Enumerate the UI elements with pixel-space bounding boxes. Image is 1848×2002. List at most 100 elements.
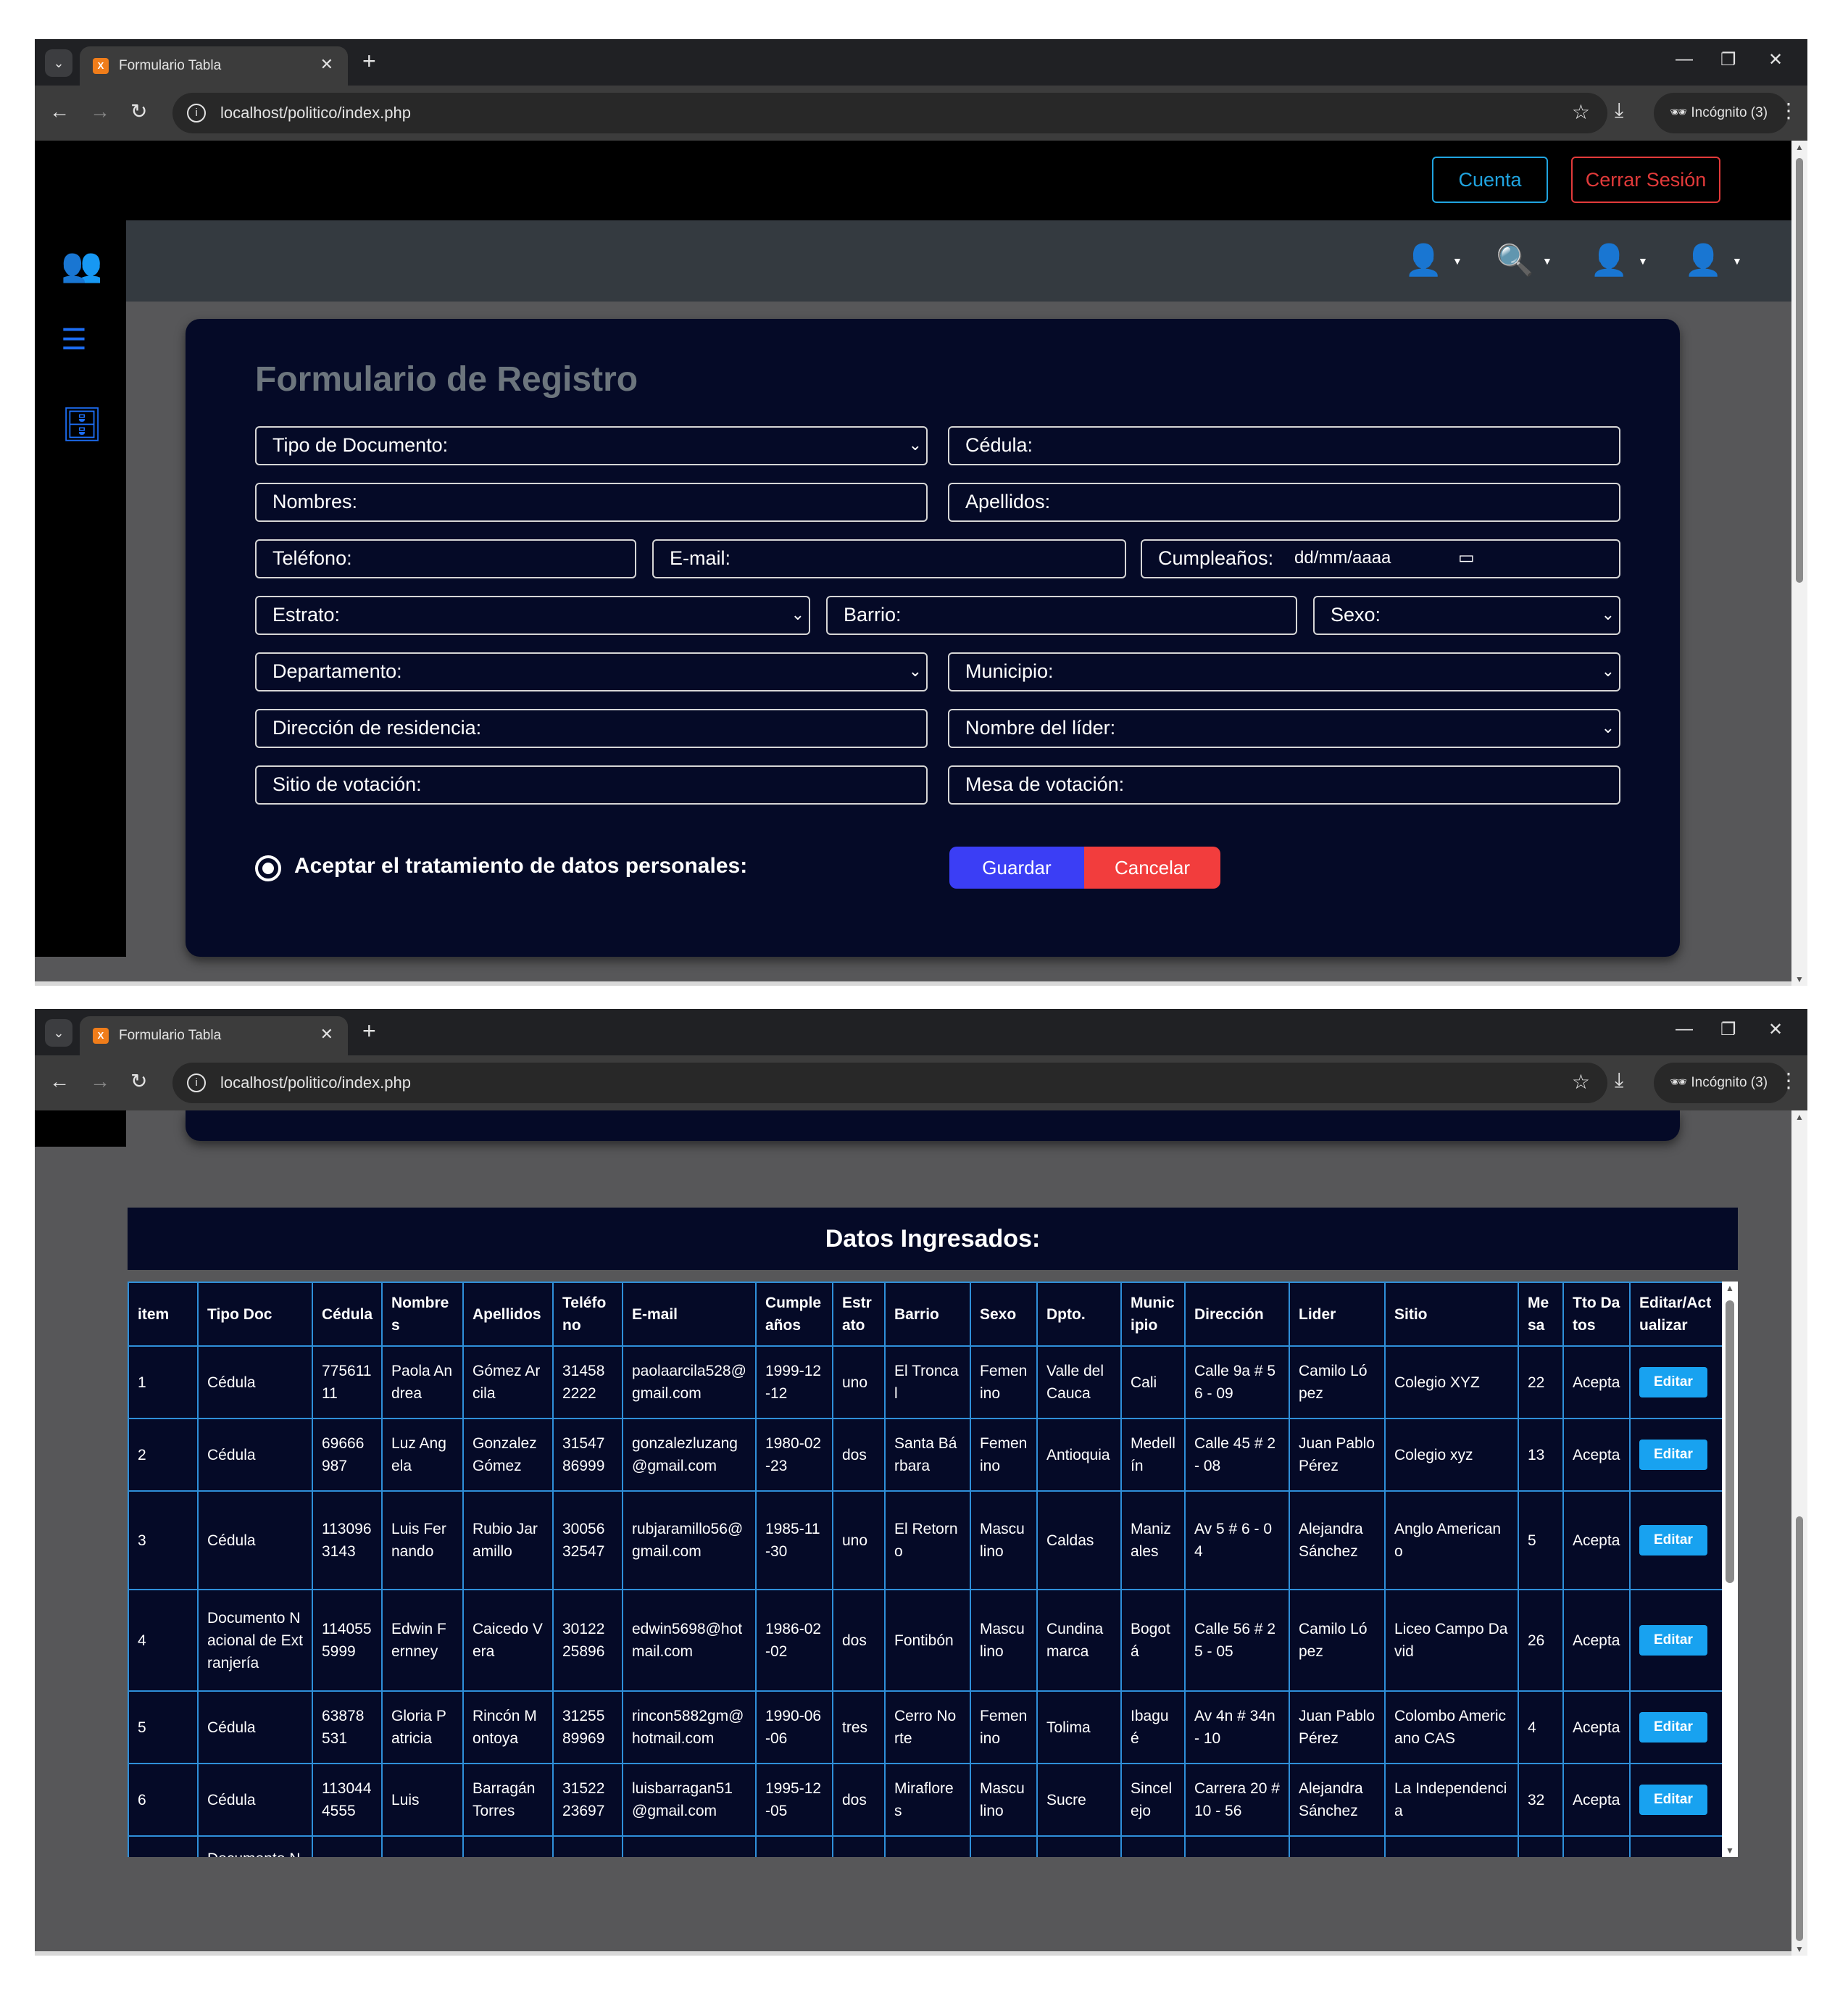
- search-icon[interactable]: 🔍: [1496, 244, 1533, 277]
- scroll-down-icon[interactable]: ▼: [1795, 974, 1804, 984]
- add-user-icon[interactable]: 👤: [1404, 244, 1442, 277]
- scroll-thumb[interactable]: [1796, 1516, 1803, 1941]
- list-icon[interactable]: ☰: [61, 323, 87, 357]
- close-tab-icon[interactable]: ✕: [320, 55, 333, 74]
- close-tab-icon[interactable]: ✕: [320, 1025, 333, 1044]
- direccion-input[interactable]: Dirección de residencia:: [255, 709, 928, 748]
- forward-icon[interactable]: →: [90, 1070, 110, 1093]
- table-scrollbar[interactable]: ▲ ▼: [1722, 1282, 1738, 1857]
- site-info-icon[interactable]: i: [187, 104, 206, 122]
- scroll-up-icon[interactable]: ▲: [1726, 1283, 1734, 1293]
- new-tab-button[interactable]: +: [362, 49, 376, 72]
- scroll-up-icon[interactable]: ▲: [1795, 142, 1804, 152]
- telefono-input[interactable]: Teléfono:: [255, 539, 636, 578]
- scroll-down-icon[interactable]: ▼: [1726, 1845, 1734, 1856]
- table-cell: advelandia1986@gmail.com: [622, 1835, 757, 1857]
- tipo-documento-select[interactable]: Tipo de Documento: ⌄: [255, 426, 928, 465]
- mesa-votacion-input[interactable]: Mesa de votación:: [948, 765, 1620, 805]
- municipio-select[interactable]: Municipio: ⌄: [948, 652, 1620, 691]
- reload-icon[interactable]: ↻: [130, 1070, 147, 1093]
- edit-button[interactable]: Editar: [1639, 1440, 1707, 1470]
- email-input[interactable]: E-mail:: [652, 539, 1126, 578]
- sexo-select[interactable]: Sexo: ⌄: [1313, 596, 1620, 635]
- lider-label: Nombre del líder:: [965, 717, 1116, 739]
- user-list-icon[interactable]: 👤: [1590, 244, 1628, 277]
- incognito-badge[interactable]: 🕶 Incógnito (3): [1654, 93, 1789, 133]
- nombres-input[interactable]: Nombres:: [255, 483, 928, 522]
- url-text[interactable]: localhost/politico/index.php: [220, 104, 411, 122]
- browser-menu-icon[interactable]: ⋮: [1778, 1068, 1799, 1092]
- departamento-label: Departamento:: [272, 660, 402, 682]
- edit-button[interactable]: Editar: [1639, 1525, 1707, 1556]
- table-cell: Antioquia: [1036, 1418, 1122, 1492]
- close-window-icon[interactable]: ✕: [1768, 1019, 1783, 1040]
- database-icon[interactable]: 🗄: [61, 404, 103, 444]
- address-bar[interactable]: i localhost/politico/index.php ☆: [172, 93, 1607, 133]
- table-cell: 3012225896: [552, 1589, 623, 1692]
- remove-user-icon[interactable]: 👤: [1684, 244, 1722, 277]
- scroll-down-icon[interactable]: ▼: [1795, 1944, 1804, 1954]
- chevron-down-icon: ⌄: [1601, 718, 1615, 736]
- page-scrollbar[interactable]: ▲ ▼: [1791, 141, 1807, 986]
- page-scrollbar[interactable]: ▲ ▼: [1791, 1110, 1807, 1956]
- bookmark-star-icon[interactable]: ☆: [1572, 1070, 1590, 1094]
- browser-menu-icon[interactable]: ⋮: [1778, 99, 1799, 122]
- close-window-icon[interactable]: ✕: [1768, 49, 1783, 70]
- apellidos-input[interactable]: Apellidos:: [948, 483, 1620, 522]
- sidebar: 👥 ☰ 🗄: [35, 220, 126, 957]
- datos-table-container: item Tipo Doc Cédula Nombres Apellidos Teléfo…: [128, 1282, 1738, 1857]
- table-cell: Masculino: [970, 1763, 1038, 1837]
- users-icon[interactable]: 👥: [61, 245, 102, 285]
- url-text[interactable]: localhost/politico/index.php: [220, 1073, 411, 1092]
- browser-tab[interactable]: X Formulario Tabla ✕: [80, 46, 348, 86]
- cedula-input[interactable]: Cédula:: [948, 426, 1620, 465]
- browser-window-table: ⌄ X Formulario Tabla ✕ + — ❐ ✕ ← → ↻ i l…: [35, 1009, 1807, 1956]
- departamento-select[interactable]: Departamento: ⌄: [255, 652, 928, 691]
- cumpleanos-date-input[interactable]: Cumpleaños: dd/mm/aaaa ▭: [1141, 539, 1620, 578]
- table-cell: Cédula: [197, 1418, 313, 1492]
- barrio-input[interactable]: Barrio:: [826, 596, 1297, 635]
- browser-tab[interactable]: X Formulario Tabla ✕: [80, 1016, 348, 1055]
- reload-icon[interactable]: ↻: [130, 100, 147, 123]
- edit-button[interactable]: Editar: [1639, 1625, 1707, 1656]
- sitio-votacion-input[interactable]: Sitio de votación:: [255, 765, 928, 805]
- column-header: Tipo Doc: [197, 1282, 313, 1347]
- bookmark-star-icon[interactable]: ☆: [1572, 100, 1590, 124]
- tab-search-button[interactable]: ⌄: [45, 49, 72, 77]
- restore-icon[interactable]: ❐: [1720, 1019, 1736, 1040]
- lider-select[interactable]: Nombre del líder: ⌄: [948, 709, 1620, 748]
- minimize-icon[interactable]: —: [1676, 49, 1693, 70]
- edit-button[interactable]: Editar: [1639, 1785, 1707, 1815]
- back-icon[interactable]: ←: [49, 100, 70, 123]
- scroll-thumb[interactable]: [1796, 158, 1803, 583]
- table-cell: 5: [128, 1690, 199, 1764]
- download-icon[interactable]: ⤓: [1615, 99, 1623, 122]
- scroll-thumb[interactable]: [1726, 1300, 1734, 1583]
- cerrar-sesion-button[interactable]: Cerrar Sesión: [1571, 157, 1720, 203]
- incognito-badge[interactable]: 🕶 Incógnito (3): [1654, 1063, 1789, 1103]
- table-cell: Acepta: [1562, 1690, 1631, 1764]
- cancelar-button[interactable]: Cancelar: [1084, 847, 1220, 889]
- forward-icon[interactable]: →: [90, 100, 110, 123]
- restore-icon[interactable]: ❐: [1720, 49, 1736, 70]
- table-cell: 5: [1518, 1490, 1564, 1590]
- site-info-icon[interactable]: i: [187, 1073, 206, 1092]
- edit-button[interactable]: Editar: [1639, 1367, 1707, 1397]
- guardar-button[interactable]: Guardar: [949, 847, 1084, 889]
- scroll-up-icon[interactable]: ▲: [1795, 1112, 1804, 1122]
- address-bar[interactable]: i localhost/politico/index.php ☆: [172, 1063, 1607, 1103]
- edit-button[interactable]: Editar: [1639, 1712, 1707, 1743]
- new-tab-button[interactable]: +: [362, 1019, 376, 1042]
- minimize-icon[interactable]: —: [1676, 1019, 1693, 1039]
- column-header: E-mail: [622, 1282, 757, 1347]
- download-icon[interactable]: ⤓: [1615, 1068, 1623, 1092]
- acepta-radio[interactable]: [255, 855, 281, 881]
- table-cell: Bogotá: [1120, 1589, 1186, 1692]
- tab-search-button[interactable]: ⌄: [45, 1019, 72, 1047]
- back-icon[interactable]: ←: [49, 1070, 70, 1093]
- cuenta-button[interactable]: Cuenta: [1432, 157, 1548, 203]
- estrato-select[interactable]: Estrato: ⌄: [255, 596, 810, 635]
- page-viewport: Datos Ingresados: item Tipo Doc Cédula Nomb…: [35, 1110, 1807, 1956]
- estrato-label: Estrato:: [272, 604, 341, 626]
- calendar-icon[interactable]: ▭: [1458, 541, 1475, 576]
